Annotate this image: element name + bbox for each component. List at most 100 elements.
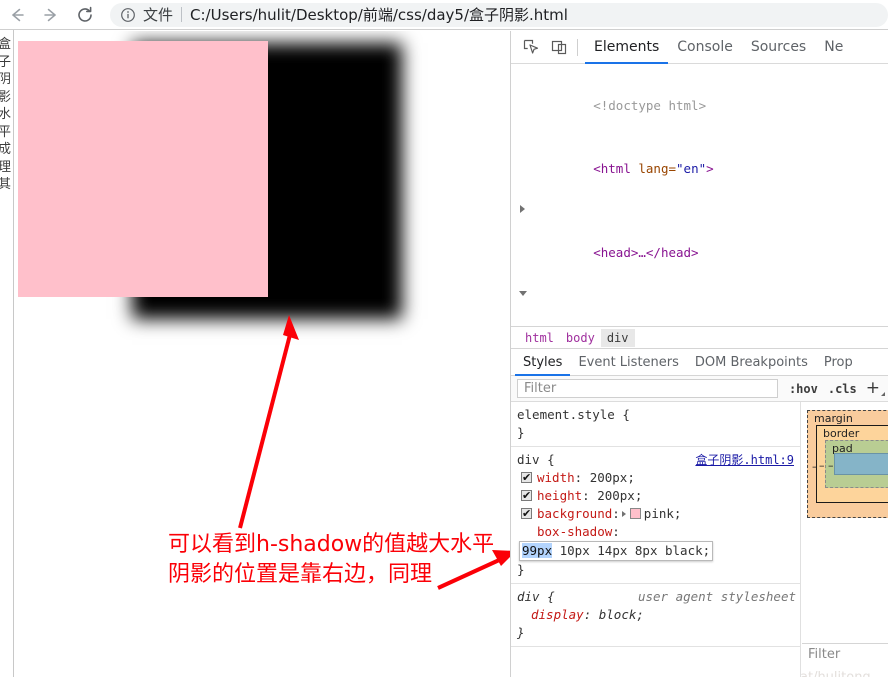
decl-width-checkbox[interactable] (521, 469, 532, 487)
decl-width-value[interactable]: : 200px; (575, 470, 635, 485)
decl-display: display: block; (517, 606, 800, 624)
box-model-padding-left-value[interactable]: – (828, 459, 834, 472)
ua-selector: div { (517, 589, 555, 604)
ua-rule-close: } (517, 625, 525, 640)
doctype-text: <!doctype html> (593, 98, 707, 113)
color-swatch[interactable] (629, 508, 641, 519)
device-toolbar-icon[interactable] (545, 34, 573, 60)
rule-element-style[interactable]: element.style { } (511, 402, 800, 447)
box-model-margin-label: margin (814, 412, 853, 425)
decl-height-checkbox[interactable] (521, 487, 532, 505)
hov-toggle[interactable]: :hov (784, 382, 823, 396)
omnibox-separator (181, 7, 183, 22)
box-shadow-h-offset-token[interactable]: 99px (522, 543, 553, 558)
styles-filter-row: Filter :hov .cls + (511, 376, 888, 402)
box-model-margin[interactable]: margin – border – pad – (807, 410, 888, 518)
decl-height-value[interactable]: : 200px; (582, 488, 642, 503)
dom-line-doctype[interactable]: <!doctype html> (511, 74, 888, 137)
dom-line-body-open[interactable]: <body> (511, 284, 888, 326)
box-model-padding-label: pad (832, 442, 853, 455)
tab-event-listeners[interactable]: Event Listeners (570, 348, 686, 376)
decl-display-value: : block; (583, 607, 644, 622)
div-rule-close: } (517, 562, 525, 577)
decl-display-prop: display (531, 607, 584, 622)
chevron-right-icon[interactable] (520, 205, 525, 213)
new-style-rule-button[interactable]: + (862, 380, 888, 397)
background-window-text: 盒子阴影水平成理其 (0, 36, 13, 194)
tab-network[interactable]: Ne (815, 31, 852, 64)
dom-tree: <!doctype html> <html lang="en"> <head>…… (511, 64, 888, 326)
decl-box-shadow[interactable]: box-shadow: (517, 523, 800, 541)
url-text[interactable]: C:/Users/hulit/Desktop/前端/css/day5/盒子阴影.… (190, 4, 568, 25)
toolbar-divider (577, 38, 578, 56)
decl-box-shadow-colon: : (612, 524, 620, 539)
breadcrumb-html[interactable]: html (519, 329, 560, 347)
decl-background-colon: : (612, 506, 620, 521)
box-model-content[interactable] (834, 453, 888, 475)
decl-width[interactable]: width: 200px; (517, 469, 800, 487)
css-rules-list: element.style { } 盒子阴影.html:9 div { widt… (511, 402, 801, 677)
div-selector[interactable]: div { (517, 452, 555, 467)
box-model-sidebar: margin – border – pad – (801, 402, 888, 677)
back-button[interactable] (0, 1, 34, 29)
breadcrumb-body[interactable]: body (560, 329, 601, 347)
decl-background[interactable]: background: pink; (517, 505, 800, 523)
tab-styles[interactable]: Styles (515, 348, 570, 376)
html-lang-attr-value: "en" (676, 161, 707, 176)
computed-filter-input[interactable]: Filter (802, 647, 888, 662)
breadcrumb-div[interactable]: div (600, 328, 635, 347)
computed-styles-panel: Filter at/hulitong backgroun (800, 643, 888, 677)
box-shadow-remaining-value[interactable]: 10px 14px 8px black; (552, 543, 711, 558)
styles-tabbar: Styles Event Listeners DOM Breakpoints P… (511, 348, 888, 376)
browser-toolbar: 文件 C:/Users/hulit/Desktop/前端/css/day5/盒子… (0, 0, 888, 30)
box-shadow-value-editor[interactable]: 99px 10px 14px 8px black; (519, 541, 714, 561)
demo-div-with-box-shadow[interactable] (18, 41, 268, 297)
chevron-right-icon[interactable] (621, 511, 626, 517)
inspect-element-icon[interactable] (517, 34, 545, 60)
devtools-toolbar: Elements Console Sources Ne (511, 31, 888, 64)
reload-button[interactable] (68, 1, 102, 29)
element-style-selector: element.style { (517, 407, 630, 422)
background-window-strip[interactable]: 盒子阴影水平成理其 (0, 30, 14, 677)
chevron-down-icon[interactable] (519, 291, 527, 296)
computed-watermark: at/hulitong (800, 670, 871, 677)
arrow-left-icon (12, 8, 24, 21)
reload-icon (78, 6, 92, 22)
decl-background-prop[interactable]: background (537, 506, 612, 521)
tab-dom-breakpoints[interactable]: DOM Breakpoints (687, 348, 816, 376)
dom-line-html[interactable]: <html lang="en"> (511, 137, 888, 200)
styles-body: element.style { } 盒子阴影.html:9 div { widt… (511, 402, 888, 677)
html-lang-attr-name: lang= (630, 161, 677, 176)
decl-height-prop[interactable]: height (537, 488, 582, 503)
decl-background-checkbox[interactable] (521, 505, 532, 523)
tab-console[interactable]: Console (668, 31, 742, 64)
tab-properties[interactable]: Prop (816, 348, 861, 376)
omnibox[interactable]: 文件 C:/Users/hulit/Desktop/前端/css/day5/盒子… (110, 2, 888, 27)
decl-background-value[interactable]: pink; (644, 506, 682, 521)
breadcrumb: html body div (511, 326, 888, 348)
tab-sources[interactable]: Sources (742, 31, 815, 64)
decl-height[interactable]: height: 200px; (517, 487, 800, 505)
info-circle-icon[interactable] (120, 7, 136, 23)
dom-line-head[interactable]: <head>…</head> (511, 200, 888, 284)
rule-div-user-agent[interactable]: user agent stylesheet div { display: blo… (511, 584, 800, 647)
tab-elements[interactable]: Elements (585, 31, 668, 64)
url-scheme-label: 文件 (143, 6, 174, 24)
element-style-close: } (517, 425, 525, 440)
decl-box-shadow-edit-row[interactable]: 99px 10px 14px 8px black; (517, 541, 800, 561)
devtools-panel: Elements Console Sources Ne <!doctype ht… (510, 31, 888, 677)
decl-box-shadow-prop[interactable]: box-shadow (537, 524, 612, 539)
forward-button[interactable] (34, 1, 68, 29)
html-tag-close-bracket: > (706, 161, 714, 176)
rule-source-link[interactable]: 盒子阴影.html:9 (695, 451, 794, 469)
arrow-right-icon (44, 8, 56, 21)
decl-width-prop[interactable]: width (537, 470, 575, 485)
rule-div-author[interactable]: 盒子阴影.html:9 div { width: 200px; height: … (511, 447, 800, 584)
box-model-border-left-value[interactable]: – (819, 459, 825, 472)
styles-filter-input[interactable]: Filter (517, 379, 778, 398)
cls-toggle[interactable]: .cls (823, 382, 862, 396)
box-model-border[interactable]: border – pad – (816, 425, 888, 503)
user-agent-label: user agent stylesheet (637, 589, 796, 604)
box-model-padding[interactable]: pad – (825, 440, 888, 488)
head-tag-text: <head>…</head> (593, 245, 699, 260)
